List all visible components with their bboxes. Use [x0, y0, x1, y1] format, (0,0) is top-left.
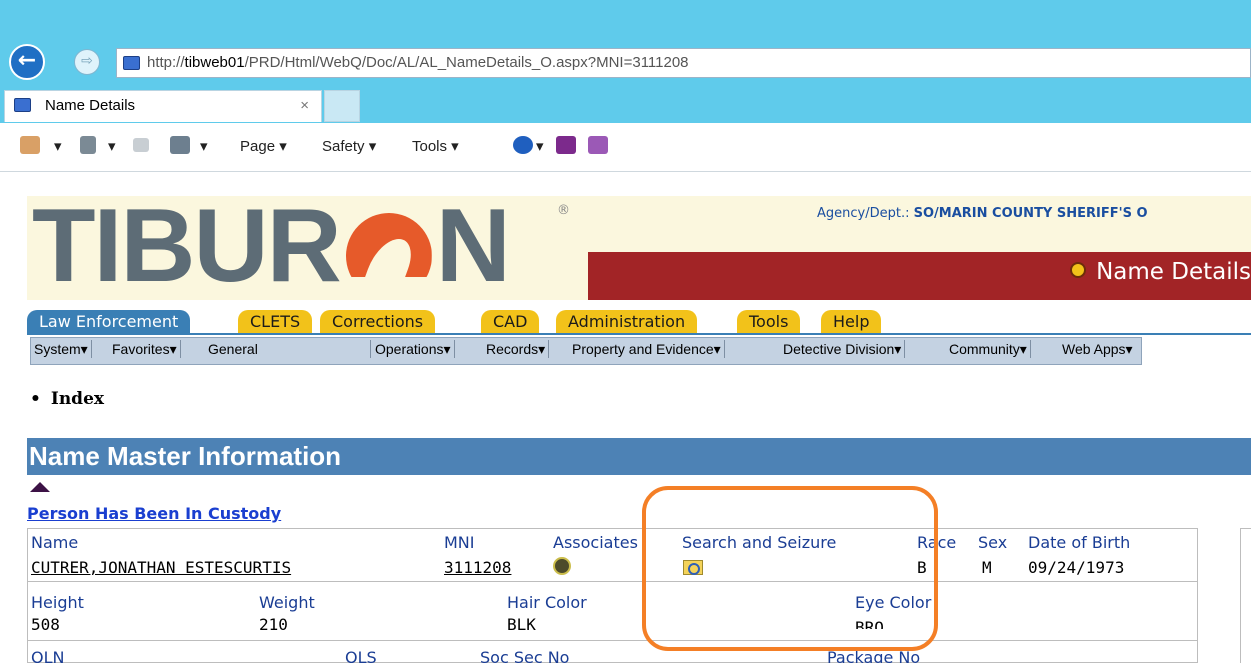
- onenote-linked-icon[interactable]: [588, 136, 608, 154]
- feeds-icon[interactable]: [80, 136, 96, 154]
- value-name[interactable]: CUTRER,JONATHAN ESTESCURTIS: [31, 558, 291, 577]
- help-dropdown-icon[interactable]: ▾: [536, 137, 544, 155]
- menu-favorites[interactable]: Favorites▾: [109, 340, 181, 358]
- browser-tab[interactable]: Name Details ×: [4, 90, 322, 122]
- menu-community[interactable]: Community▾: [946, 340, 1031, 358]
- page-title: Name Details: [1070, 259, 1251, 285]
- side-panel: [1240, 528, 1251, 663]
- label-sex: Sex: [978, 533, 1008, 552]
- menu-detective-division[interactable]: Detective Division▾: [780, 340, 906, 358]
- tab-law-enforcement[interactable]: Law Enforcement: [27, 310, 191, 334]
- feeds-dropdown-icon[interactable]: ▾: [108, 137, 116, 155]
- tab-title: Name Details: [45, 97, 136, 114]
- address-path: /PRD/Html/WebQ/Doc/AL/AL_NameDetails_O.a…: [244, 54, 689, 71]
- new-tab-button[interactable]: [324, 90, 360, 122]
- tab-clets[interactable]: CLETS: [238, 310, 313, 334]
- site-favicon-icon: [123, 56, 140, 70]
- value-weight: 210: [259, 615, 288, 634]
- menu-bar: System▾ Favorites▾ General Operations▾ R…: [30, 337, 1142, 365]
- label-ols: OLS: [345, 648, 377, 663]
- menu-system[interactable]: System▾: [31, 340, 92, 358]
- menu-general[interactable]: General: [205, 340, 371, 358]
- back-button[interactable]: ←: [9, 44, 45, 80]
- tab-administration[interactable]: Administration: [556, 310, 698, 334]
- value-dob: 09/24/1973: [1028, 558, 1125, 577]
- tab-close-icon[interactable]: ×: [300, 91, 309, 121]
- help-icon[interactable]: [513, 136, 533, 154]
- label-height: Height: [31, 593, 84, 612]
- tab-corrections[interactable]: Corrections: [320, 310, 436, 334]
- tab-underline: [27, 333, 1251, 335]
- value-sex: M: [982, 558, 992, 577]
- label-weight: Weight: [259, 593, 315, 612]
- mail-icon[interactable]: [133, 138, 149, 152]
- address-bar[interactable]: http://tibweb01/PRD/Html/WebQ/Doc/AL/AL_…: [116, 48, 1251, 78]
- menu-records[interactable]: Records▾: [483, 340, 550, 358]
- registered-mark: ®: [557, 203, 570, 218]
- value-mni[interactable]: 3111208: [444, 558, 511, 577]
- tab-help[interactable]: Help: [821, 310, 882, 334]
- home-icon[interactable]: [20, 136, 40, 154]
- home-dropdown-icon[interactable]: ▾: [54, 137, 62, 155]
- label-mni: MNI: [444, 533, 475, 552]
- person-icon: [1070, 262, 1087, 278]
- address-prefix: http://: [147, 54, 185, 71]
- tab-favicon-icon: [14, 98, 31, 112]
- tools-menu[interactable]: Tools ▾: [412, 137, 459, 155]
- section-header: Name Master Information: [27, 438, 1251, 475]
- value-height: 508: [31, 615, 60, 634]
- custody-link[interactable]: Person Has Been In Custody: [27, 504, 281, 523]
- tab-cad[interactable]: CAD: [481, 310, 540, 334]
- agency-info: Agency/Dept.: SO/MARIN COUNTY SHERIFF'S …: [817, 206, 1148, 221]
- collapse-up-icon[interactable]: [30, 482, 50, 492]
- label-oln: OLN: [31, 648, 65, 663]
- safety-menu[interactable]: Safety ▾: [322, 137, 376, 155]
- print-icon[interactable]: [170, 136, 190, 154]
- logo-o-mark-icon: [340, 203, 436, 285]
- highlight-annotation: [642, 486, 938, 651]
- tiburon-logo: TIBUR N: [32, 188, 511, 304]
- associates-icon[interactable]: [553, 557, 571, 575]
- address-host: tibweb01: [184, 54, 245, 71]
- label-dob: Date of Birth: [1028, 533, 1131, 552]
- section-title: Name Master Information: [29, 441, 342, 471]
- menu-property-evidence[interactable]: Property and Evidence▾: [569, 340, 725, 358]
- forward-button[interactable]: ⇨: [74, 49, 100, 75]
- value-hair-color: BLK: [507, 615, 536, 634]
- tab-tools[interactable]: Tools: [737, 310, 801, 334]
- menu-operations[interactable]: Operations▾: [372, 340, 455, 358]
- page-menu[interactable]: Page ▾: [240, 137, 287, 155]
- print-dropdown-icon[interactable]: ▾: [200, 137, 208, 155]
- title-banner: Name Details: [588, 252, 1251, 300]
- label-associates: Associates: [553, 533, 638, 552]
- onenote-icon[interactable]: [556, 136, 576, 154]
- label-hair-color: Hair Color: [507, 593, 587, 612]
- record-row-2: [28, 582, 1197, 641]
- label-ssn: Soc Sec No: [480, 648, 570, 663]
- index-link[interactable]: Index: [30, 389, 104, 409]
- label-name: Name: [31, 533, 79, 552]
- menu-web-apps[interactable]: Web Apps▾: [1059, 340, 1136, 358]
